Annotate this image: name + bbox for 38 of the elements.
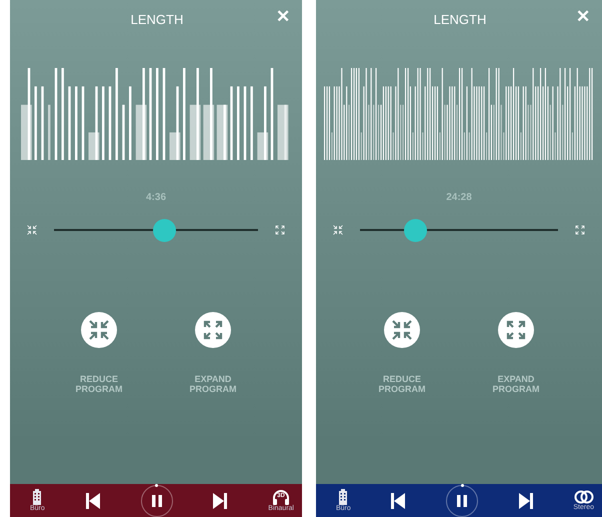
previous-icon	[391, 492, 406, 508]
expand-icon	[574, 224, 586, 236]
reduce-icon	[87, 318, 111, 342]
pause-button[interactable]	[446, 484, 478, 516]
slider-thumb[interactable]	[153, 218, 176, 242]
reduce-icon	[390, 318, 414, 342]
reduce-icon	[26, 224, 38, 236]
previous-button[interactable]	[86, 492, 100, 508]
screen-title: LENGTH	[130, 11, 184, 29]
reduce-program-label: REDUCE PROGRAM	[74, 374, 124, 394]
reduce-program-label: REDUCE PROGRAM	[378, 374, 426, 394]
slider-thumb[interactable]	[404, 218, 428, 242]
next-icon	[518, 492, 533, 508]
expand-program-button[interactable]	[498, 312, 534, 348]
pause-button[interactable]	[140, 484, 173, 516]
pause-icon	[152, 494, 162, 506]
duration-time: 24:28	[445, 190, 473, 204]
progress-dot	[155, 484, 158, 486]
next-button[interactable]	[518, 492, 533, 508]
pause-icon	[457, 494, 468, 506]
building-icon[interactable]	[337, 489, 350, 505]
expand-icon	[274, 224, 286, 236]
screen-title: LENGTH	[434, 11, 486, 29]
reduce-icon	[332, 224, 344, 236]
duration-time: 4:36	[144, 190, 167, 204]
previous-button[interactable]	[391, 492, 406, 508]
progress-dot	[460, 484, 464, 486]
previous-icon	[86, 492, 100, 508]
next-icon	[213, 492, 228, 508]
headphones-drawing	[272, 489, 290, 505]
expand-program-label: EXPAND PROGRAM	[188, 374, 238, 394]
expand-program-button[interactable]	[195, 312, 231, 348]
next-button[interactable]	[213, 492, 228, 508]
reduce-program-button[interactable]	[81, 312, 117, 348]
two-rings-icon[interactable]	[574, 490, 594, 504]
expand-program-label: EXPAND PROGRAM	[492, 374, 540, 394]
reduce-program-button[interactable]	[384, 312, 420, 348]
building-icon[interactable]	[31, 489, 44, 505]
